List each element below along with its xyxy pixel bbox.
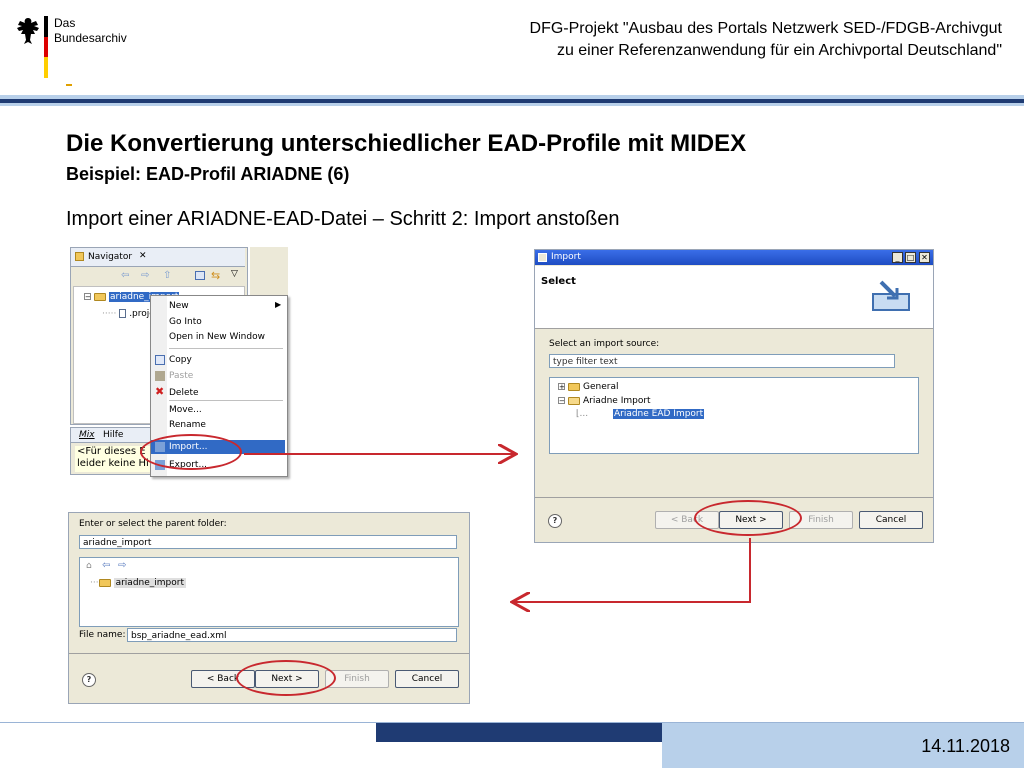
tree-connector: ····· [102,309,117,319]
parent-folder-input[interactable]: ariadne_import [79,535,457,549]
header-line-2: zu einer Referenzanwendung für ein Archi… [556,42,1002,59]
folder-icon [568,382,580,391]
highlight-oval-next-1 [694,500,802,536]
footer-dark-block [376,723,662,742]
wizard-heading: Select [541,276,576,287]
tab-navigator[interactable]: Navigator [88,252,132,262]
tab-hilfe[interactable]: Hilfe [103,430,123,440]
footer-date: 14.11.2018 [921,736,1010,756]
tree-connector: ⌊... [576,409,589,419]
menu-item-delete[interactable]: Delete [169,388,199,398]
menu-item-copy[interactable]: Copy [169,355,192,365]
open-folder-icon [568,396,580,405]
tree-connector: ··· [90,578,99,588]
highlight-oval-next-2 [236,660,336,696]
menu-separator [169,400,283,401]
close-icon[interactable]: ✕ [919,252,930,263]
tab-mix[interactable]: Mix [79,430,95,440]
federal-eagle-icon [17,18,39,44]
link-editor-icon[interactable]: ⇆ [211,269,220,282]
back-arrow-icon[interactable]: ⇦ [102,560,110,571]
close-icon[interactable]: ✕ [139,251,147,261]
wizard-header: Select [535,266,933,329]
logo-line1: Das [54,16,76,30]
logo-accent-dash [66,84,72,86]
tree-item-general-label: General [583,382,619,392]
folder-icon [98,578,111,587]
back-arrow-icon[interactable]: ⇦ [121,270,129,281]
menu-separator [169,348,283,349]
header-line-1: DFG-Projekt "Ausbau des Portals Netzwerk… [529,20,1002,37]
arrow-import-to-save [514,538,751,602]
copy-icon [155,355,165,365]
forward-arrow-icon[interactable]: ⇨ [118,560,126,571]
wizard-separator [535,497,933,498]
menu-item-new[interactable]: New [169,301,189,311]
tree-item-general[interactable]: + General [558,382,618,392]
tree-item-ariadne-import[interactable]: − Ariadne Import [558,396,651,406]
minimize-icon[interactable]: _ [892,252,903,263]
step-description: Import einer ARIADNE-EAD-Datei – Schritt… [66,208,620,230]
collapse-icon[interactable]: − [84,293,91,301]
dialog-separator [69,653,469,654]
import-dialog: Import _ □ ✕ Select Select an import sou… [534,249,934,543]
view-menu-icon[interactable]: ▽ [231,269,238,279]
collapse-icon[interactable]: − [558,397,565,405]
import-source-label: Select an import source: [549,339,660,349]
navigator-icon [75,252,84,261]
maximize-icon[interactable]: □ [905,252,916,263]
import-source-tree: + General − Ariadne Import ⌊... Ariadne EA… [549,377,919,454]
expand-icon[interactable]: + [558,383,565,391]
cancel-button[interactable]: Cancel [859,511,923,529]
import-dialog-title: Import [551,252,581,262]
menu-item-move[interactable]: Move... [169,405,202,415]
menu-item-paste[interactable]: Paste [169,371,193,381]
paste-icon [155,371,165,381]
tree-item-folder[interactable]: ··· ariadne_import [90,578,186,588]
forward-arrow-icon[interactable]: ⇨ [141,270,149,281]
file-icon [119,309,127,318]
logo-line2: Bundesarchiv [54,31,127,45]
parent-folder-label: Enter or select the parent folder: [79,519,227,529]
up-folder-icon[interactable]: ⇧ [163,270,171,281]
project-folder-icon [94,292,106,301]
menu-item-go-into[interactable]: Go Into [169,317,202,327]
folder-tree: ⌂ ⇦ ⇨ ··· ariadne_import [79,557,459,627]
filter-input[interactable]: type filter text [549,354,895,368]
home-icon[interactable]: ⌂ [86,561,92,571]
highlight-oval-import [140,434,242,470]
import-wizard-icon [872,280,910,311]
collapse-all-icon[interactable] [195,271,205,280]
menu-item-open-new-window[interactable]: Open in New Window [169,332,265,342]
delete-icon: ✖ [155,385,165,398]
flag-stripes [44,16,48,78]
tree-item-ariadne-ead-import[interactable]: ⌊... Ariadne EAD Import [576,409,705,419]
file-name-input[interactable]: bsp_ariadne_ead.xml [127,628,457,642]
submenu-arrow-icon: ▶ [275,300,282,309]
menu-item-rename[interactable]: Rename [169,420,206,430]
tree-item-ariadne-import-label: Ariadne Import [583,396,651,406]
navigator-toolbar: ⇦ ⇨ ⇧ ⇆ ▽ [71,267,245,285]
tree-item-ariadne-ead-import-label: Ariadne EAD Import [612,409,705,419]
bundesarchiv-logo: Das Bundesarchiv [54,16,127,46]
tree-item-folder-label: ariadne_import [113,578,186,588]
window-icon [538,253,547,262]
help-icon[interactable]: ? [548,514,562,528]
tree-item-child[interactable]: ····· .proje [102,309,155,319]
slide-subtitle: Beispiel: EAD-Profil ARIADNE (6) [66,164,350,184]
import-dialog-titlebar: Import _ □ ✕ [535,250,933,265]
slide-title: Die Konvertierung unterschiedlicher EAD-… [66,130,747,157]
navigator-tabbar: Navigator ✕ [71,248,245,267]
file-name-label: File name: [79,630,126,640]
cancel-button[interactable]: Cancel [395,670,459,688]
help-icon[interactable]: ? [82,673,96,687]
header-band-light-2 [0,103,1024,106]
